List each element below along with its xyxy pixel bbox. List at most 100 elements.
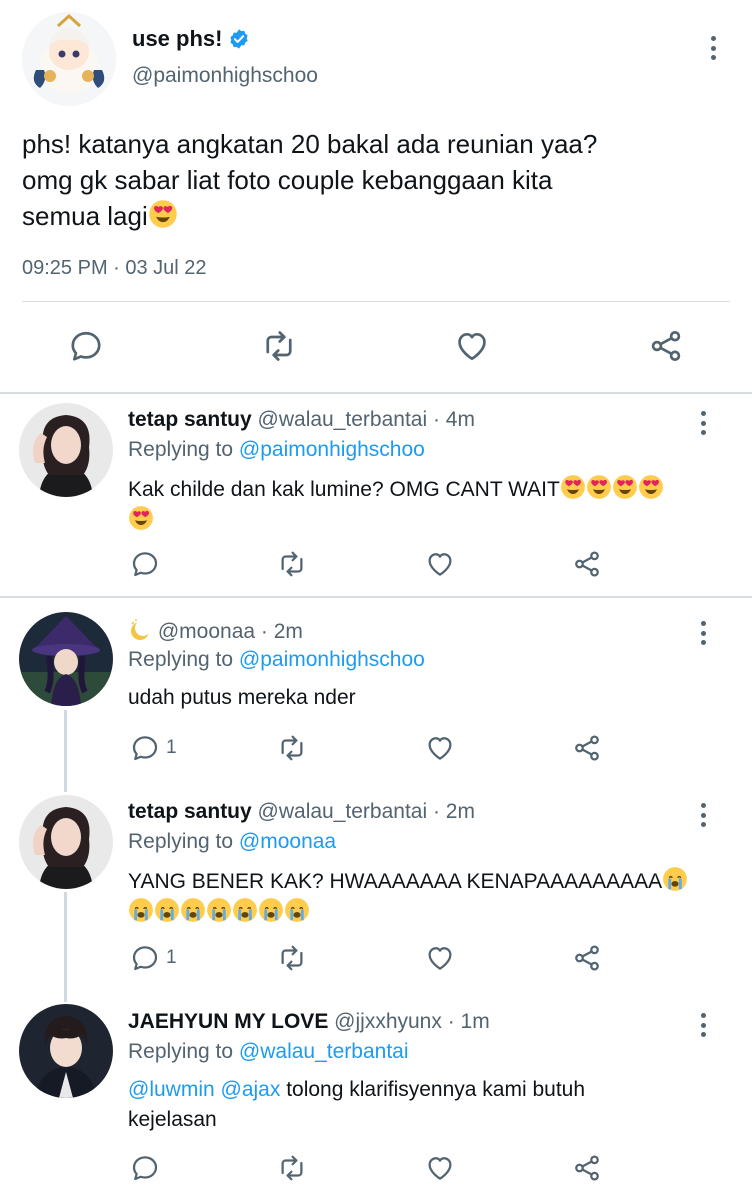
retweet-button[interactable]	[275, 943, 309, 973]
main-tweet: use phs! @paimonhighschoo phs! katanya a…	[0, 0, 752, 392]
like-icon	[454, 328, 490, 364]
reply-text-content: tolong klarifisyennya kami butuh	[280, 1078, 586, 1101]
like-button[interactable]	[454, 328, 490, 364]
reply-header: @moonaa · 2m	[128, 618, 303, 644]
heart-eyes-emoji-icon	[586, 474, 612, 500]
retweet-icon	[275, 733, 309, 763]
reply-button[interactable]	[130, 549, 160, 579]
reply-text: udah putus mereka nder	[128, 686, 356, 709]
like-icon	[425, 549, 455, 579]
share-button[interactable]	[648, 328, 684, 364]
replying-to: Replying to @moonaa	[128, 830, 336, 854]
author-handle[interactable]: @walau_terbantai	[258, 408, 428, 431]
like-icon	[425, 733, 455, 763]
avatar[interactable]	[19, 612, 113, 706]
like-button[interactable]	[425, 1153, 455, 1183]
reply-count: 1	[166, 947, 177, 968]
author-name[interactable]: tetap santuy	[128, 408, 252, 431]
retweet-button[interactable]	[275, 549, 309, 579]
avatar[interactable]	[22, 12, 116, 106]
reply-icon	[130, 733, 160, 763]
like-button[interactable]	[425, 943, 455, 973]
crying-emoji-icon	[206, 897, 232, 923]
mention-link[interactable]: @paimonhighschoo	[239, 438, 425, 461]
avatar-image	[19, 1004, 113, 1098]
reply-count: 1	[166, 737, 177, 758]
reply-text-content: Kak childe dan kak lumine? OMG CANT WAIT	[128, 478, 560, 501]
author-row: use phs!	[132, 26, 250, 52]
mention-link[interactable]: @walau_terbantai	[239, 1040, 409, 1063]
crying-emoji-icon	[180, 897, 206, 923]
author-handle[interactable]: @moonaa	[158, 620, 255, 643]
share-button[interactable]	[572, 1153, 602, 1183]
reply-button[interactable]	[68, 328, 104, 364]
reply-time: · 2m	[260, 620, 303, 643]
reply-tweet[interactable]: @moonaa · 2m Replying to @paimonhighscho…	[0, 598, 752, 788]
reply-text: YANG BENER KAK? HWAAAAAAA KENAPAAAAAAAAA	[128, 866, 718, 928]
retweet-button[interactable]	[259, 328, 299, 364]
more-options-icon[interactable]	[693, 408, 713, 438]
reply-icon	[130, 943, 160, 973]
crying-emoji-icon	[154, 897, 180, 923]
more-options-icon[interactable]	[693, 1010, 713, 1040]
retweet-button[interactable]	[275, 733, 309, 763]
reply-time: · 1m	[447, 1010, 490, 1033]
author-name[interactable]: JAEHYUN MY LOVE	[128, 1010, 328, 1033]
reply-header: tetap santuy @walau_terbantai · 4m	[128, 408, 475, 432]
retweet-button[interactable]	[275, 1153, 309, 1183]
mention-link[interactable]: @luwmin	[128, 1078, 215, 1101]
reply-text: Kak childe dan kak lumine? OMG CANT WAIT	[128, 474, 718, 536]
verified-badge-icon	[230, 29, 249, 49]
avatar[interactable]	[19, 403, 113, 497]
heart-eyes-emoji-icon	[612, 474, 638, 500]
reply-button[interactable]	[130, 1153, 160, 1183]
share-button[interactable]	[572, 733, 602, 763]
author-name[interactable]: tetap santuy	[128, 800, 252, 823]
share-button[interactable]	[572, 549, 602, 579]
avatar-image	[19, 795, 113, 889]
like-button[interactable]	[425, 549, 455, 579]
replying-to: Replying to @paimonhighschoo	[128, 648, 425, 672]
mention-link[interactable]: @paimonhighschoo	[239, 648, 425, 671]
replying-to: Replying to @walau_terbantai	[128, 1040, 409, 1064]
avatar[interactable]	[19, 795, 113, 889]
mention-link[interactable]: @moonaa	[239, 830, 336, 853]
reply-tweet[interactable]: tetap santuy @walau_terbantai · 2m Reply…	[0, 788, 752, 988]
author-handle[interactable]: @paimonhighschoo	[132, 64, 318, 88]
crying-emoji-icon	[662, 866, 688, 892]
reply-button[interactable]: 1	[130, 943, 177, 973]
reply-tweet[interactable]: JAEHYUN MY LOVE @jjxxhyunx · 1m Replying…	[0, 988, 752, 1200]
crying-emoji-icon	[232, 897, 258, 923]
reply-text: @luwmin @ajax tolong klarifisyennya kami…	[128, 1075, 718, 1135]
author-handle[interactable]: @walau_terbantai	[258, 800, 428, 823]
replying-to-label: Replying to	[128, 1040, 234, 1063]
crying-emoji-icon	[128, 897, 154, 923]
share-icon	[572, 733, 602, 763]
moon-emoji-icon	[131, 619, 151, 640]
avatar-image	[22, 12, 116, 106]
reply-time: · 4m	[432, 408, 475, 431]
share-button[interactable]	[572, 943, 602, 973]
avatar-image	[19, 403, 113, 497]
retweet-icon	[259, 328, 299, 364]
tweet-text-line: omg gk sabar liat foto couple kebanggaan…	[22, 165, 553, 195]
reply-header: JAEHYUN MY LOVE @jjxxhyunx · 1m	[128, 1010, 490, 1034]
tweet-text-line: phs! katanya angkatan 20 bakal ada reuni…	[22, 129, 598, 159]
avatar[interactable]	[19, 1004, 113, 1098]
more-options-icon[interactable]	[693, 800, 713, 830]
replying-to-label: Replying to	[128, 438, 234, 461]
reply-header: tetap santuy @walau_terbantai · 2m	[128, 800, 475, 824]
share-icon	[572, 549, 602, 579]
reply-button[interactable]: 1	[130, 733, 177, 763]
author-handle[interactable]: @jjxxhyunx	[334, 1010, 442, 1033]
heart-eyes-emoji-icon	[148, 199, 178, 229]
share-icon	[572, 1153, 602, 1183]
more-options-icon[interactable]	[703, 33, 723, 63]
reply-tweet[interactable]: tetap santuy @walau_terbantai · 4m Reply…	[0, 394, 752, 596]
tweet-timestamp[interactable]: 09:25 PM · 03 Jul 22	[22, 257, 207, 280]
author-name[interactable]: use phs!	[132, 26, 222, 52]
like-button[interactable]	[425, 733, 455, 763]
reply-text-content: kejelasan	[128, 1108, 217, 1131]
more-options-icon[interactable]	[693, 618, 713, 648]
mention-link[interactable]: @ajax	[221, 1078, 281, 1101]
